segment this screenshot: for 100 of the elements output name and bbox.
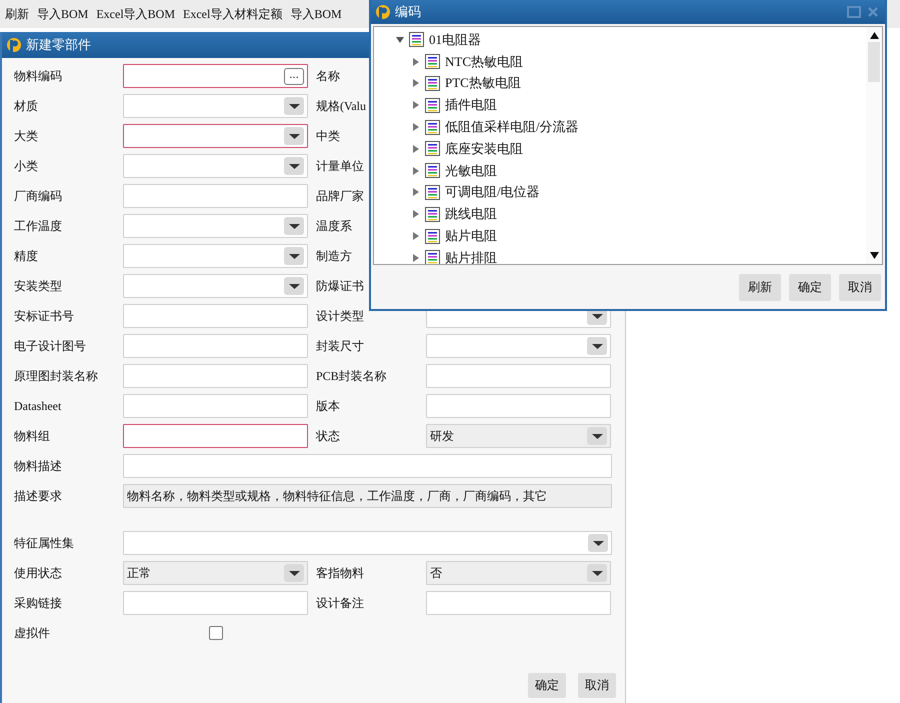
list-icon [425, 163, 440, 178]
field-label: 精度 [14, 248, 38, 262]
field-label: 温度系 [316, 218, 352, 232]
field-label: 设计备注 [316, 596, 364, 610]
dropdown-button[interactable] [284, 127, 304, 145]
caret-icon [288, 570, 300, 576]
dropdown-button[interactable] [587, 564, 607, 582]
collapsed-arrow-icon[interactable] [412, 188, 420, 196]
input-field[interactable]: 物料名称，物料类型或规格，物料特征信息，工作温度，厂商，厂商编码，其它 [123, 484, 612, 508]
tree-item[interactable]: 低阻值采样电阻/分流器 [374, 116, 866, 138]
collapsed-arrow-icon[interactable] [412, 166, 420, 175]
collapsed-arrow-icon[interactable] [412, 254, 420, 262]
dropdown-button[interactable] [587, 337, 607, 355]
dropdown-button[interactable] [284, 97, 304, 115]
collapsed-arrow-icon[interactable] [412, 144, 420, 153]
field-label: 名称 [316, 68, 340, 82]
logo-icon [375, 4, 391, 20]
field-label: 规格(Valu [316, 98, 366, 112]
dropdown-button[interactable] [284, 217, 304, 235]
caret-icon [592, 540, 604, 546]
collapsed-arrow-icon[interactable] [412, 210, 420, 218]
tree-item[interactable]: 底座安装电阻 [374, 138, 866, 160]
field-label: Datasheet [14, 398, 62, 412]
field-label: 版本 [316, 398, 340, 412]
field-label: 描述要求 [14, 488, 62, 502]
tree-item[interactable]: 可调电阻/电位器 [374, 182, 866, 204]
field-label: 物料编码 [14, 68, 62, 82]
tree-item[interactable]: 跳线电阻 [374, 203, 866, 226]
dropdown-field[interactable]: 研发 [426, 424, 611, 448]
expanded-arrow-icon[interactable] [396, 36, 404, 44]
dialog-button[interactable]: 取消 [839, 274, 881, 301]
list-icon [425, 184, 440, 200]
dialog-button[interactable]: 刷新 [739, 274, 781, 301]
field-label: 原理图封装名称 [14, 368, 98, 382]
dropdown-field[interactable]: 否 [426, 561, 611, 585]
field-label: 虚拟件 [14, 626, 50, 640]
dialog-button[interactable]: 取消 [578, 673, 616, 698]
dropdown-button[interactable] [284, 277, 304, 295]
caret-icon [592, 570, 602, 576]
field-label: 安装类型 [14, 278, 62, 292]
list-icon [425, 141, 440, 156]
collapsed-arrow-icon[interactable] [412, 101, 420, 110]
logo-icon [6, 37, 22, 53]
caret-icon [592, 434, 602, 438]
field-label: 中类 [316, 128, 340, 142]
scroll-down-icon[interactable] [870, 252, 878, 259]
tree-item[interactable]: 01电阻器 [374, 29, 866, 51]
tree-item[interactable]: PTC热敏电阻 [374, 72, 866, 94]
tree-item[interactable]: 贴片排阻 [374, 246, 866, 264]
field-label: 物料组 [14, 428, 50, 442]
field-label: 电子设计图号 [14, 338, 86, 352]
toolbar-button[interactable]: 导入BOM [287, 2, 345, 26]
list-icon [425, 120, 440, 135]
checkbox[interactable] [208, 626, 222, 640]
field-label: 品牌厂家 [316, 188, 364, 202]
toolbar-button[interactable]: 导入BOM [34, 2, 92, 26]
window-title: 新建零部件 [26, 37, 91, 54]
caret-icon [288, 284, 300, 288]
scroll-up-icon[interactable] [870, 32, 878, 39]
field-label: 客指物料 [316, 566, 364, 580]
dropdown-button[interactable] [587, 427, 607, 445]
toolbar-button[interactable]: Excel导入材料定额 [180, 2, 286, 26]
dialog-button[interactable]: 确定 [528, 673, 566, 698]
field-label: 封装尺寸 [316, 338, 364, 352]
field-label: 材质 [14, 98, 38, 112]
list-icon [425, 228, 440, 244]
collapsed-arrow-icon[interactable] [412, 232, 420, 240]
caret-icon [288, 104, 300, 108]
collapsed-arrow-icon[interactable] [412, 123, 420, 132]
field-label: 防爆证书 [316, 278, 364, 292]
field-label: 计量单位 [316, 158, 364, 172]
input-field[interactable]: ... [123, 64, 308, 88]
field-label: 小类 [14, 158, 38, 172]
dropdown-field[interactable]: 正常 [123, 561, 308, 585]
tree-item[interactable]: NTC热敏电阻 [374, 50, 866, 73]
field-label: 工作温度 [14, 218, 62, 232]
collapsed-arrow-icon[interactable] [412, 58, 420, 66]
list-icon [425, 76, 440, 91]
dialog-button[interactable]: 确定 [789, 274, 831, 301]
dropdown-button[interactable] [588, 534, 608, 552]
lookup-button[interactable]: ... [284, 68, 304, 84]
input-field[interactable] [123, 424, 308, 448]
caret-icon [288, 164, 300, 168]
dropdown-field[interactable] [123, 124, 308, 148]
field-label: 安标证书号 [14, 308, 74, 322]
tree-item[interactable]: 光敏电阻 [374, 160, 866, 182]
collapsed-arrow-icon[interactable] [412, 79, 420, 88]
scroll-thumb[interactable] [868, 42, 880, 82]
tree-item[interactable]: 插件电阻 [374, 94, 866, 116]
caret-icon [592, 344, 602, 348]
list-icon [425, 54, 440, 70]
list-icon [409, 32, 424, 48]
toolbar-button[interactable]: 刷新 [2, 2, 32, 26]
dropdown-button[interactable] [284, 157, 304, 175]
toolbar-button[interactable]: Excel导入BOM [93, 2, 178, 26]
tree-item[interactable]: 贴片电阻 [374, 225, 866, 247]
scrollbar[interactable] [866, 27, 882, 264]
dropdown-button[interactable] [284, 564, 304, 582]
field-label: 使用状态 [14, 566, 62, 580]
dropdown-button[interactable] [284, 247, 304, 265]
